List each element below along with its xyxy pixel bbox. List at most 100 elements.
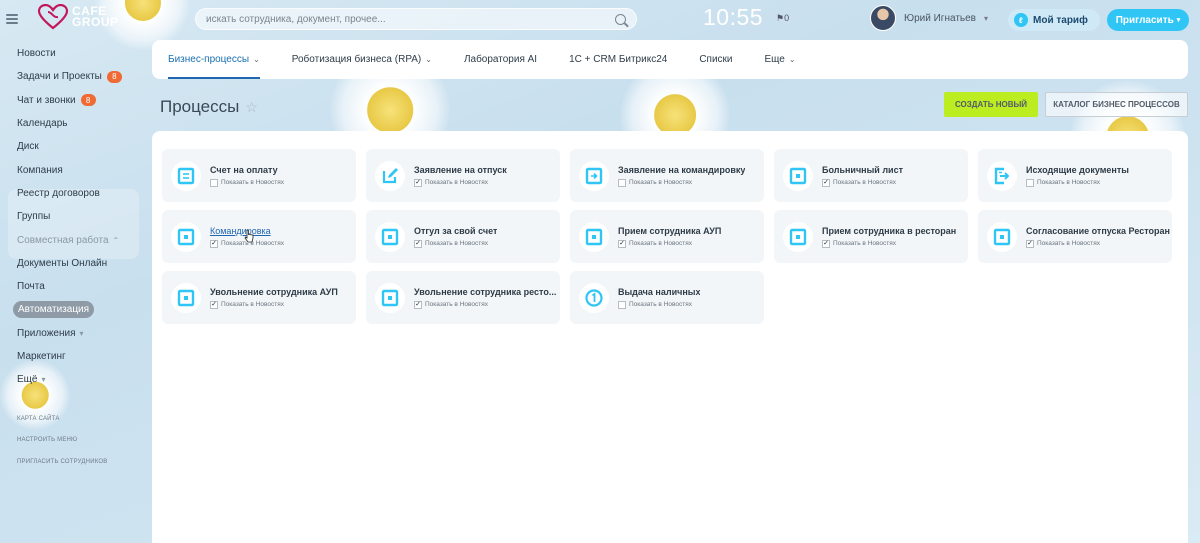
show-in-news-checkbox[interactable]: ✓ Показать в Новостях [822, 178, 903, 187]
checkmark-icon[interactable]: ✓ [822, 239, 830, 248]
show-in-news-checkbox[interactable]: ✓ Показать в Новостях [822, 239, 956, 248]
empty-checkbox-icon[interactable] [618, 178, 626, 187]
sidebar-item-mail[interactable]: Почта [0, 275, 140, 298]
process-title[interactable]: Согласование отпуска Ресторан [1026, 226, 1170, 236]
show-in-news-checkbox[interactable]: ✓ Показать в Новостях [1026, 239, 1170, 248]
sidebar-item-apps[interactable]: Приложения ▾ [0, 322, 140, 345]
search-bar[interactable] [195, 8, 637, 30]
square-icon[interactable] [375, 221, 405, 252]
process-card[interactable]: Отгул за свой счет ✓ Показать в Новостях [366, 210, 560, 263]
process-title[interactable]: Счет на оплату [210, 165, 284, 175]
process-card[interactable]: Заявление на отпуск ✓ Показать в Новостях [366, 149, 560, 202]
tab-1c-crm[interactable]: 1С + CRM Битрикс24 [569, 40, 681, 79]
tab-rpa[interactable]: Роботизация бизнеса (RPA) ⌄ [292, 40, 446, 79]
edit-icon[interactable] [375, 160, 405, 191]
sidebar-item-company[interactable]: Компания [0, 158, 140, 181]
show-in-news-checkbox[interactable]: Показать в Новостях [1026, 178, 1129, 187]
show-in-news-checkbox[interactable]: ✓ Показать в Новостях [414, 300, 556, 309]
tab-business-processes[interactable]: Бизнес-процессы ⌄ [168, 40, 274, 79]
empty-checkbox-icon[interactable] [618, 300, 626, 309]
sidebar-item-calendar[interactable]: Календарь [0, 112, 140, 135]
sitemap-link[interactable]: Карта сайта [17, 416, 60, 422]
process-card[interactable]: Командировка ✓ Показать в Новостях [162, 210, 356, 263]
process-title[interactable]: Прием сотрудника АУП [618, 226, 721, 236]
menu-toggle-icon[interactable] [6, 14, 18, 24]
process-card[interactable]: Исходящие документы Показать в Новостях [978, 149, 1172, 202]
number-one-icon[interactable] [579, 282, 609, 313]
sidebar-item-collaboration[interactable]: Совместная работа ⌃ [0, 228, 140, 251]
user-menu[interactable]: Юрий Игнатьев ▾ [870, 5, 988, 31]
process-title[interactable]: Увольнение сотрудника ресто... [414, 287, 556, 297]
process-title[interactable]: Отгул за свой счет [414, 226, 497, 236]
sidebar-item-automation[interactable]: Автоматизация [0, 298, 140, 321]
sidebar-item-news[interactable]: Новости [0, 42, 140, 65]
notifications-counter[interactable]: ⚑0 [776, 13, 789, 24]
invite-employees-link[interactable]: Пригласить сотрудников [17, 459, 107, 465]
checkmark-icon[interactable]: ✓ [414, 300, 422, 309]
checkmark-icon[interactable]: ✓ [414, 178, 422, 187]
create-new-button[interactable]: Создать новый [944, 92, 1038, 117]
show-in-news-checkbox[interactable]: Показать в Новостях [618, 178, 745, 187]
process-card[interactable]: Прием сотрудника АУП ✓ Показать в Новостях [570, 210, 764, 263]
sidebar-item-tasks[interactable]: Задачи и Проекты 8 [0, 65, 140, 88]
show-in-news-checkbox[interactable]: Показать в Новостях [618, 300, 700, 309]
star-icon[interactable]: ☆ [245, 99, 258, 116]
process-title[interactable]: Прием сотрудника в ресторан [822, 226, 956, 236]
checkmark-icon[interactable]: ✓ [210, 239, 218, 248]
process-card[interactable]: Увольнение сотрудника ресто... ✓ Показать … [366, 271, 560, 324]
catalog-button[interactable]: Каталог бизнес процессов [1045, 92, 1188, 117]
empty-checkbox-icon[interactable] [210, 178, 218, 187]
checkmark-icon[interactable]: ✓ [414, 239, 422, 248]
process-card[interactable]: Заявление на командировку Показать в Ново… [570, 149, 764, 202]
checkmark-icon[interactable]: ✓ [1026, 239, 1034, 248]
process-title[interactable]: Заявление на командировку [618, 165, 745, 175]
checkmark-icon[interactable]: ✓ [618, 239, 626, 248]
checkmark-icon[interactable]: ✓ [210, 300, 218, 309]
square-icon[interactable] [987, 221, 1017, 252]
show-in-news-checkbox[interactable]: ✓ Показать в Новостях [414, 239, 497, 248]
show-in-news-checkbox[interactable]: Показать в Новостях [210, 178, 284, 187]
outgoing-icon[interactable] [987, 160, 1017, 191]
process-title[interactable]: Выдача наличных [618, 287, 700, 297]
arrow-icon[interactable] [579, 160, 609, 191]
sidebar-item-documents-online[interactable]: Документы Онлайн [0, 252, 140, 275]
logo[interactable]: CAFE GROUP [38, 4, 119, 30]
user-name[interactable]: Юрий Игнатьев [904, 13, 976, 24]
search-input[interactable] [206, 13, 615, 25]
square-icon[interactable] [171, 282, 201, 313]
sidebar-item-more[interactable]: Ещё ▾ [0, 368, 140, 391]
process-card[interactable]: Прием сотрудника в ресторан ✓ Показать в Н… [774, 210, 968, 263]
sidebar-item-groups[interactable]: Группы [0, 205, 140, 228]
sidebar-item-disk[interactable]: Диск [0, 135, 140, 158]
square-icon[interactable] [783, 160, 813, 191]
process-title[interactable]: Увольнение сотрудника АУП [210, 287, 338, 297]
sidebar-item-chat[interactable]: Чат и звонки 8 [0, 89, 140, 112]
square-icon[interactable] [783, 221, 813, 252]
checkmark-icon[interactable]: ✓ [822, 178, 830, 187]
show-in-news-checkbox[interactable]: ✓ Показать в Новостях [618, 239, 721, 248]
list-icon[interactable] [171, 160, 201, 191]
tariff-button[interactable]: ℓ Мой тариф [1008, 9, 1100, 31]
search-icon[interactable] [615, 13, 626, 25]
process-card[interactable]: Выдача наличных Показать в Новостях [570, 271, 764, 324]
square-icon[interactable] [375, 282, 405, 313]
avatar[interactable] [870, 5, 896, 31]
show-in-news-checkbox[interactable]: ✓ Показать в Новостях [210, 300, 338, 309]
process-card[interactable]: Согласование отпуска Ресторан ✓ Показать в… [978, 210, 1172, 263]
process-card[interactable]: Больничный лист ✓ Показать в Новостях [774, 149, 968, 202]
show-in-news-checkbox[interactable]: ✓ Показать в Новостях [414, 178, 507, 187]
sidebar-item-marketing[interactable]: Маркетинг [0, 345, 140, 368]
process-title[interactable]: Исходящие документы [1026, 165, 1129, 175]
process-title[interactable]: Больничный лист [822, 165, 903, 175]
empty-checkbox-icon[interactable] [1026, 178, 1034, 187]
configure-menu-link[interactable]: Настроить меню [17, 437, 77, 443]
invite-button[interactable]: Пригласить ▾ [1107, 9, 1189, 31]
tab-ai-lab[interactable]: Лаборатория AI [464, 40, 551, 79]
process-card[interactable]: Увольнение сотрудника АУП ✓ Показать в Нов… [162, 271, 356, 324]
square-icon[interactable] [579, 221, 609, 252]
tab-lists[interactable]: Списки [699, 40, 746, 79]
process-title[interactable]: Заявление на отпуск [414, 165, 507, 175]
process-card[interactable]: Счет на оплату Показать в Новостях [162, 149, 356, 202]
tab-more[interactable]: Еще ⌄ [765, 40, 810, 79]
square-icon[interactable] [171, 221, 201, 252]
